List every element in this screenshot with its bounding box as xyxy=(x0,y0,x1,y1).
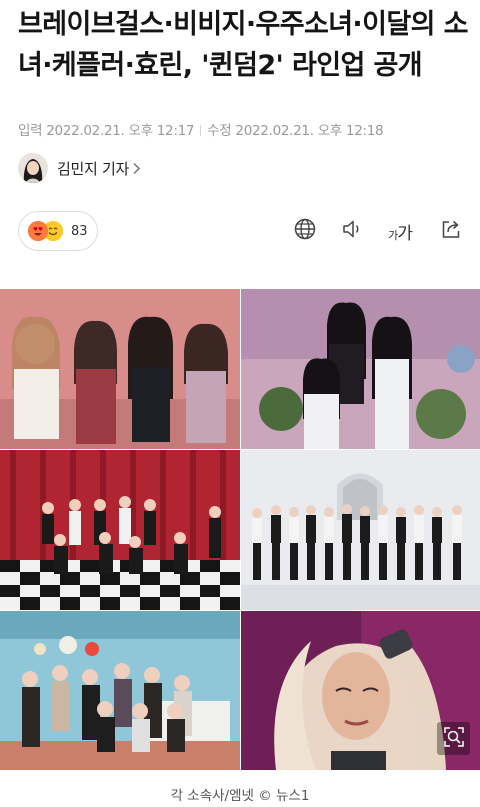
font-size-button[interactable]: 가가 xyxy=(384,216,416,246)
modified-time: 2022.02.21. 오후 12:18 xyxy=(235,123,384,139)
font-size-large-glyph: 가 xyxy=(397,223,413,244)
heart-eyes-emoji-icon xyxy=(28,221,48,241)
author-link[interactable]: 김민지 기자 xyxy=(18,152,141,184)
zoom-photo-button[interactable] xyxy=(437,722,470,755)
translate-button[interactable] xyxy=(290,216,320,246)
dateline-divider xyxy=(200,125,202,136)
reaction-button[interactable]: 83 xyxy=(18,211,98,251)
speaker-icon xyxy=(341,218,365,244)
font-size-icon: 가가 xyxy=(388,219,413,244)
photo-caption: 각 소속사/엠넷 © 뉴스1 xyxy=(170,788,310,804)
reaction-count: 83 xyxy=(71,223,88,239)
photo-viviz xyxy=(241,289,480,449)
zoom-icon xyxy=(443,726,465,752)
input-label: 입력 xyxy=(18,123,43,139)
share-icon xyxy=(440,218,462,244)
author-avatar xyxy=(18,153,48,183)
font-size-small-glyph: 가 xyxy=(388,228,398,242)
author-name: 김민지 기자 xyxy=(57,159,129,178)
chevron-right-icon xyxy=(132,162,141,175)
photo-brave-girls xyxy=(0,289,240,449)
photo-kep1er xyxy=(0,611,240,770)
photo-wjsn xyxy=(0,450,240,610)
article-photo[interactable] xyxy=(0,289,480,770)
article-headline: 브레이브걸스·비비지·우주소녀·이달의 소녀·케플러·효린, '퀸덤2' 라인업… xyxy=(18,9,468,81)
globe-icon xyxy=(294,218,316,244)
modified-label: 수정 xyxy=(207,123,232,139)
listen-button[interactable] xyxy=(338,216,368,246)
photo-loona xyxy=(241,450,480,610)
input-time: 2022.02.21. 오후 12:17 xyxy=(46,123,195,139)
share-button[interactable] xyxy=(436,216,466,246)
article-dateline: 입력 2022.02.21. 오후 12:17 수정 2022.02.21. 오후… xyxy=(18,119,384,139)
